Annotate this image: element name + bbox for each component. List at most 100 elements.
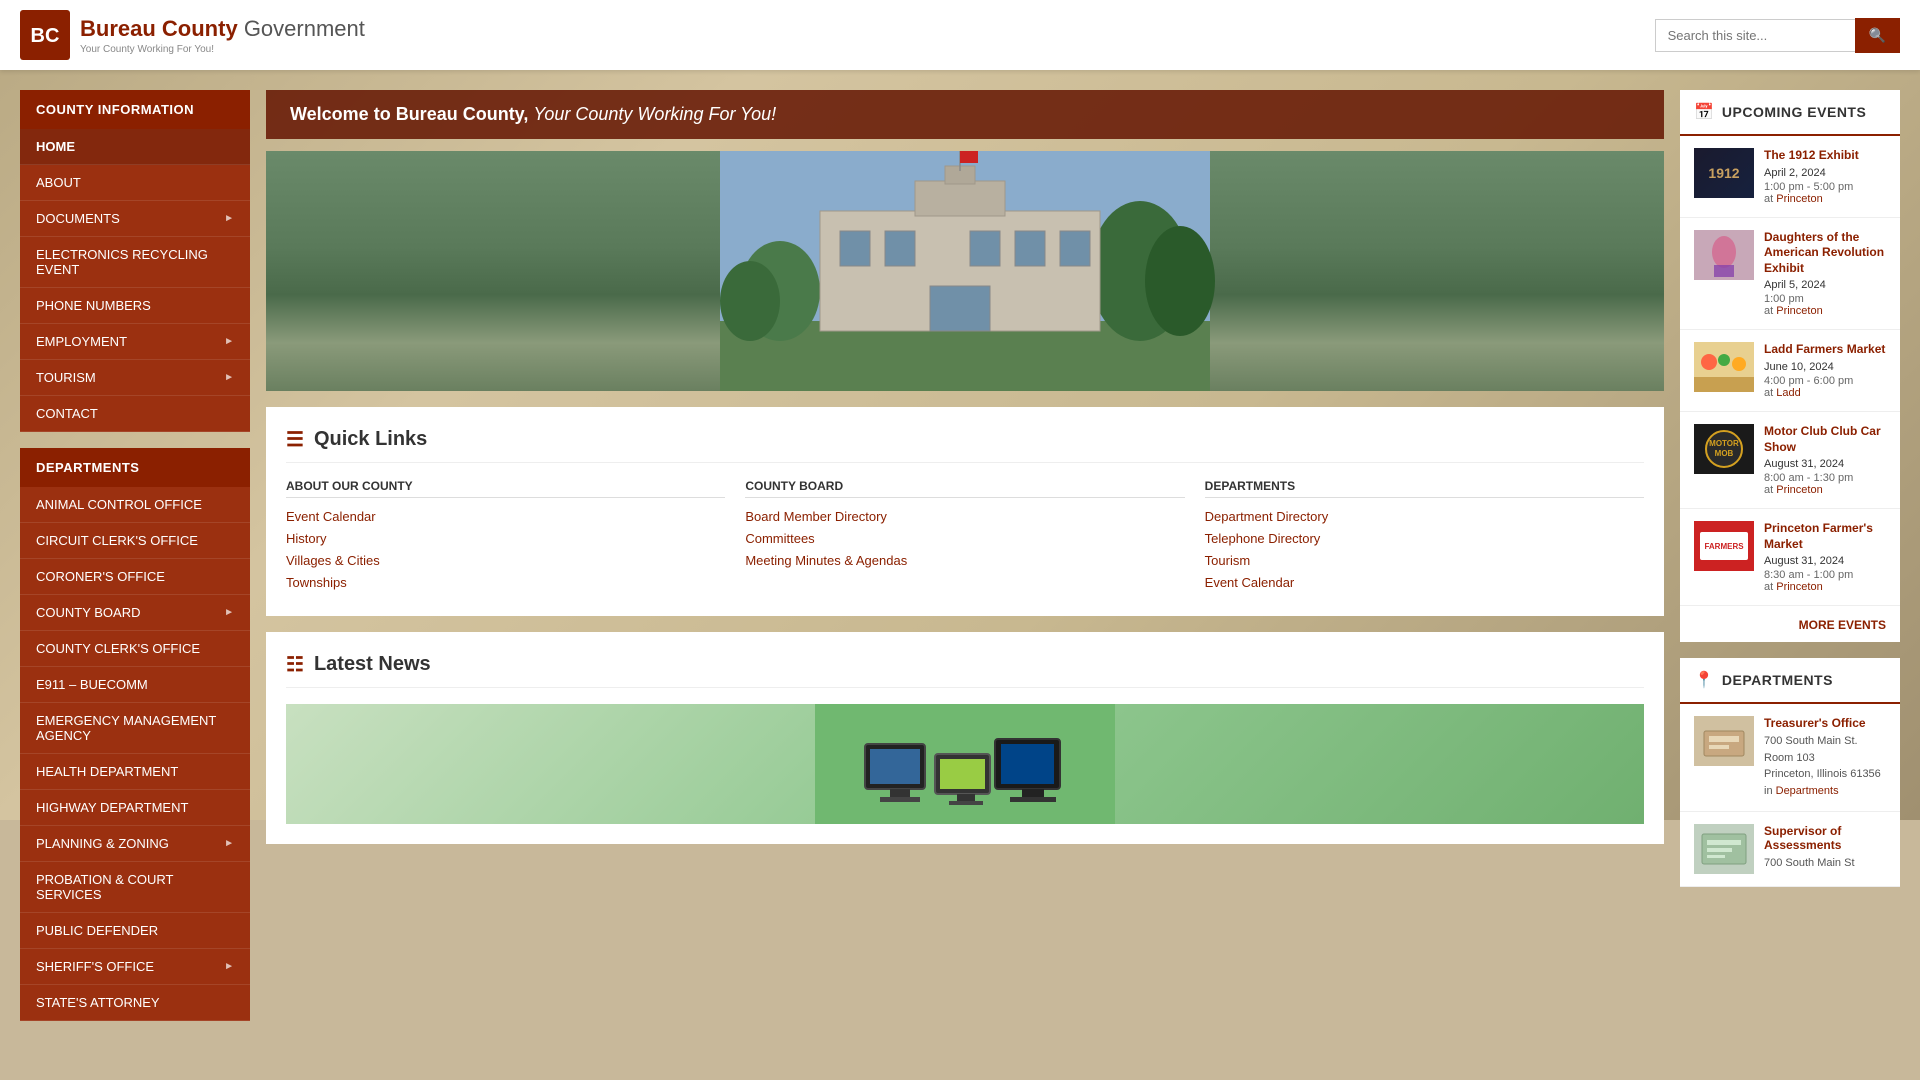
sidebar-item-home[interactable]: HOME — [20, 129, 250, 165]
logo-tagline: Your County Working For You! — [80, 44, 365, 55]
sidebar-item-sheriff[interactable]: SHERIFF'S OFFICE ► — [20, 949, 250, 985]
news-image — [286, 704, 1644, 824]
ql-link-event-calendar-dept[interactable]: Event Calendar — [1205, 574, 1644, 590]
dept-name-treasurer[interactable]: Treasurer's Office — [1764, 716, 1886, 730]
sidebar-item-coroner[interactable]: CORONER'S OFFICE — [20, 559, 250, 595]
ql-col3-title: DEPARTMENTS — [1205, 479, 1644, 498]
sidebar-item-planning[interactable]: PLANNING & ZONING ► — [20, 826, 250, 862]
dept-thumb-supervisor — [1694, 824, 1754, 874]
ql-link-townships[interactable]: Townships — [286, 574, 725, 590]
ql-link-minutes[interactable]: Meeting Minutes & Agendas — [745, 552, 1184, 568]
sidebar-item-contact[interactable]: CONTACT — [20, 396, 250, 432]
sidebar-item-probation[interactable]: PROBATION & COURT SERVICES — [20, 862, 250, 913]
sidebar-item-county-board[interactable]: COUNTY BOARD ► — [20, 595, 250, 631]
sidebar-item-animal-control[interactable]: ANIMAL CONTROL OFFICE — [20, 487, 250, 523]
ql-link-telephone[interactable]: Telephone Directory — [1205, 530, 1644, 546]
event-time-dar: 1:00 pm — [1764, 293, 1886, 305]
event-date-farmers: August 31, 2024 — [1764, 555, 1886, 567]
more-events-link[interactable]: MORE EVENTS — [1799, 618, 1886, 632]
departments-panel-title: DEPARTMENTS — [1722, 672, 1833, 688]
dept-nav: ANIMAL CONTROL OFFICE CIRCUIT CLERK'S OF… — [20, 487, 250, 1021]
svg-text:BC: BC — [31, 25, 60, 47]
ql-col1-title: ABOUT OUR COUNTY — [286, 479, 725, 498]
departments-panel-header: 📍 DEPARTMENTS — [1680, 658, 1900, 704]
sidebar-item-phone[interactable]: PHONE NUMBERS — [20, 288, 250, 324]
event-time-farmers: 8:30 am - 1:00 pm — [1764, 569, 1886, 581]
event-thumb-farmers: FARMERS — [1694, 521, 1754, 571]
event-name-farmers[interactable]: Princeton Farmer's Market — [1764, 521, 1886, 552]
right-panel: 📅 UPCOMING EVENTS 1912 The 1912 Exhibit … — [1680, 90, 1900, 1021]
ql-col2-title: COUNTY BOARD — [745, 479, 1184, 498]
event-name-1912[interactable]: The 1912 Exhibit — [1764, 148, 1886, 164]
sidebar-item-health[interactable]: HEALTH DEPARTMENT — [20, 754, 250, 790]
sidebar-item-states-attorney[interactable]: STATE'S ATTORNEY — [20, 985, 250, 1021]
dept-link-treasurer[interactable]: Departments — [1776, 785, 1839, 797]
sidebar-item-highway[interactable]: HIGHWAY DEPARTMENT — [20, 790, 250, 826]
sidebar-item-employment[interactable]: EMPLOYMENT ► — [20, 324, 250, 360]
ql-link-tourism[interactable]: Tourism — [1205, 552, 1644, 568]
dept-thumb-treasurer — [1694, 716, 1754, 766]
sidebar-item-documents[interactable]: DOCUMENTS ► — [20, 201, 250, 237]
center-content: Welcome to Bureau County, Your County Wo… — [266, 90, 1664, 1021]
event-date-motor: August 31, 2024 — [1764, 458, 1886, 470]
event-location-motor: at Princeton — [1764, 484, 1886, 496]
svg-text:MOTOR: MOTOR — [1709, 439, 1739, 448]
quick-links-section: ☰ Quick Links ABOUT OUR COUNTY Event Cal… — [266, 407, 1664, 616]
sidebar-item-public-defender[interactable]: PUBLIC DEFENDER — [20, 913, 250, 949]
event-location-farmers: at Princeton — [1764, 581, 1886, 593]
county-info-title: COUNTY INFORMATION — [20, 90, 250, 129]
logo-area: BC Bureau County Government Your County … — [20, 10, 365, 60]
logo-bureau: Bureau — [80, 16, 156, 41]
event-name-motor[interactable]: Motor Club Club Car Show — [1764, 424, 1886, 455]
county-building-image — [266, 151, 1664, 391]
welcome-banner: Welcome to Bureau County, Your County Wo… — [266, 90, 1664, 139]
dept-info-treasurer: Treasurer's Office 700 South Main St.Roo… — [1764, 716, 1886, 799]
event-thumb-motor: MOTORMOB — [1694, 424, 1754, 474]
ql-link-board-members[interactable]: Board Member Directory — [745, 508, 1184, 524]
departments-title: DEPARTMENTS — [20, 448, 250, 487]
quick-links-icon: ☰ — [286, 427, 304, 452]
ql-link-history[interactable]: History — [286, 530, 725, 546]
sidebar-item-electronics[interactable]: ELECTRONICS RECYCLING EVENT — [20, 237, 250, 288]
upcoming-events-title: UPCOMING EVENTS — [1722, 104, 1866, 120]
quick-links-grid: ABOUT OUR COUNTY Event Calendar History … — [286, 479, 1644, 596]
dept-item-supervisor: Supervisor of Assessments 700 South Main… — [1680, 812, 1900, 887]
search-input[interactable] — [1655, 19, 1855, 52]
welcome-italic: Your County Working For You! — [533, 104, 776, 124]
svg-text:MOB: MOB — [1715, 449, 1734, 458]
latest-news-section: ☷ Latest News — [266, 632, 1664, 844]
dept-info-supervisor: Supervisor of Assessments 700 South Main… — [1764, 824, 1886, 874]
logo-text: Bureau County Government Your County Wor… — [80, 16, 365, 55]
ql-link-villages[interactable]: Villages & Cities — [286, 552, 725, 568]
ql-link-committees[interactable]: Committees — [745, 530, 1184, 546]
sidebar-item-about[interactable]: ABOUT — [20, 165, 250, 201]
event-info-motor: Motor Club Club Car Show August 31, 2024… — [1764, 424, 1886, 496]
sidebar-item-e911[interactable]: E911 – BUECOMM — [20, 667, 250, 703]
logo-county: County — [162, 16, 238, 41]
sidebar-item-ema[interactable]: EMERGENCY MANAGEMENT AGENCY — [20, 703, 250, 754]
event-info-farmers: Princeton Farmer's Market August 31, 202… — [1764, 521, 1886, 593]
ql-link-event-calendar[interactable]: Event Calendar — [286, 508, 725, 524]
event-thumb-ladd — [1694, 342, 1754, 392]
event-info-dar: Daughters of the American Revolution Exh… — [1764, 230, 1886, 318]
ql-col3-links: Department Directory Telephone Directory… — [1205, 508, 1644, 590]
event-date-ladd: June 10, 2024 — [1764, 361, 1886, 373]
search-button[interactable]: 🔍 — [1855, 18, 1900, 53]
event-date-dar: April 5, 2024 — [1764, 279, 1886, 291]
ql-col-1: ABOUT OUR COUNTY Event Calendar History … — [286, 479, 725, 596]
event-item-1912: 1912 The 1912 Exhibit April 2, 2024 1:00… — [1680, 136, 1900, 218]
upcoming-events-body: 1912 The 1912 Exhibit April 2, 2024 1:00… — [1680, 136, 1900, 642]
dept-name-supervisor[interactable]: Supervisor of Assessments — [1764, 824, 1886, 852]
pin-icon: 📍 — [1694, 670, 1714, 690]
event-name-dar[interactable]: Daughters of the American Revolution Exh… — [1764, 230, 1886, 277]
county-nav: HOME ABOUT DOCUMENTS ► ELECTRONICS RECYC… — [20, 129, 250, 432]
more-events: MORE EVENTS — [1680, 606, 1900, 642]
sidebar-item-county-clerk[interactable]: COUNTY CLERK'S OFFICE — [20, 631, 250, 667]
event-name-ladd[interactable]: Ladd Farmers Market — [1764, 342, 1886, 358]
sidebar-item-circuit-clerk[interactable]: CIRCUIT CLERK'S OFFICE — [20, 523, 250, 559]
ql-link-dept-directory[interactable]: Department Directory — [1205, 508, 1644, 524]
ql-col-2: COUNTY BOARD Board Member Directory Comm… — [745, 479, 1184, 596]
event-info-ladd: Ladd Farmers Market June 10, 2024 4:00 p… — [1764, 342, 1886, 399]
sidebar-item-tourism[interactable]: TOURISM ► — [20, 360, 250, 396]
event-thumb-1912: 1912 — [1694, 148, 1754, 198]
